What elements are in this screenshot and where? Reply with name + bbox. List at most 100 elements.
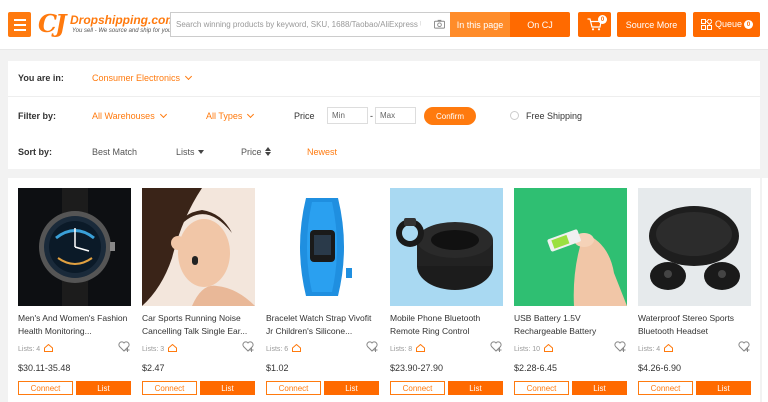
list-button[interactable]: List (200, 381, 255, 395)
queue-label: Queue (715, 19, 743, 29)
you-are-in-label: You are in: (18, 73, 64, 83)
product-lists: Lists: 3 (142, 344, 178, 353)
logo-tagline: You sell - We source and ship for you! (72, 28, 173, 34)
lists-count: Lists: 4 (638, 346, 661, 353)
price-min-input[interactable]: Min (327, 107, 368, 124)
cart-count-badge: 0 (598, 15, 607, 24)
logo-mark: CJ (38, 9, 67, 38)
connect-button[interactable]: Connect (390, 381, 445, 395)
warehouse-icon (664, 344, 674, 352)
list-button[interactable]: List (76, 381, 131, 395)
category-dropdown[interactable]: Consumer Electronics (92, 72, 193, 83)
smartwatch-image[interactable] (18, 188, 131, 306)
queue-button[interactable]: Queue 0 (693, 12, 760, 37)
search-on-cj-button[interactable]: On CJ (510, 12, 570, 37)
search-in-page-button[interactable]: In this page (450, 12, 510, 37)
product-lists: Lists: 10 (514, 344, 554, 353)
breadcrumb-row: You are in: Consumer Electronics (8, 61, 760, 97)
connect-button[interactable]: Connect (18, 381, 73, 395)
earbuds-case-image[interactable] (638, 188, 751, 306)
search-box (170, 12, 450, 37)
confirm-button[interactable]: Confirm (424, 107, 476, 125)
heart-add-icon[interactable] (614, 341, 626, 352)
chevron-down-icon (184, 72, 193, 81)
product-title[interactable]: Waterproof Stereo Sports Bluetooth Heads… (638, 312, 751, 338)
blue-band-image[interactable] (266, 188, 379, 306)
types-label: All Types (206, 111, 243, 121)
source-more-button[interactable]: Source More (617, 12, 686, 37)
sort-arrows-icon (264, 147, 271, 157)
product-title[interactable]: Bracelet Watch Strap Vivofit Jr Children… (266, 312, 379, 338)
product-price: $4.26-6.90 (638, 363, 682, 373)
product-lists: Lists: 6 (266, 344, 302, 353)
earbud-model-image[interactable] (142, 188, 255, 306)
sort-best-match[interactable]: Best Match (92, 147, 137, 157)
product-title[interactable]: Men's And Women's Fashion Health Monitor… (18, 312, 131, 338)
lists-count: Lists: 10 (514, 346, 541, 353)
price-max-input[interactable]: Max (375, 107, 416, 124)
product-card[interactable]: Men's And Women's Fashion Health Monitor… (8, 178, 132, 402)
warehouse-icon (292, 344, 302, 352)
caret-down-icon (197, 150, 204, 154)
warehouses-dropdown[interactable]: All Warehouses (92, 110, 167, 121)
search-input[interactable] (171, 13, 421, 36)
ring-remote-image[interactable] (390, 188, 503, 306)
sort-price-label: Price (241, 147, 262, 157)
logo-text: Dropshipping.com (70, 13, 176, 27)
scrollbar[interactable] (762, 178, 768, 402)
logo[interactable]: CJ Dropshipping.com You sell - We source… (38, 9, 176, 39)
product-price: $23.90-27.90 (390, 363, 444, 373)
chevron-down-icon (247, 110, 255, 119)
connect-button[interactable]: Connect (638, 381, 693, 395)
warehouse-icon (544, 344, 554, 352)
top-bar: CJ Dropshipping.com You sell - We source… (0, 0, 768, 50)
product-grid: Men's And Women's Fashion Health Monitor… (8, 178, 760, 402)
camera-icon[interactable] (434, 19, 445, 29)
connect-button[interactable]: Connect (142, 381, 197, 395)
list-button[interactable]: List (448, 381, 503, 395)
category-label: Consumer Electronics (92, 73, 181, 83)
lists-count: Lists: 3 (142, 346, 165, 353)
product-card[interactable]: Mobile Phone Bluetooth Remote Ring Contr… (380, 178, 504, 402)
product-card[interactable]: USB Battery 1.5V Rechargeable Battery Li… (504, 178, 628, 402)
product-lists: Lists: 8 (390, 344, 426, 353)
sort-lists[interactable]: Lists (176, 147, 204, 157)
product-title[interactable]: Car Sports Running Noise Cancelling Talk… (142, 312, 255, 338)
product-card[interactable]: Waterproof Stereo Sports Bluetooth Heads… (628, 178, 752, 402)
product-lists: Lists: 4 (638, 344, 674, 353)
sort-newest[interactable]: Newest (307, 147, 337, 157)
product-title[interactable]: USB Battery 1.5V Rechargeable Battery (514, 312, 627, 338)
free-shipping-label[interactable]: Free Shipping (526, 111, 582, 121)
warehouse-icon (168, 344, 178, 352)
lists-count: Lists: 6 (266, 346, 289, 353)
list-button[interactable]: List (324, 381, 379, 395)
heart-add-icon[interactable] (738, 341, 750, 352)
queue-count-badge: 0 (744, 20, 753, 29)
heart-add-icon[interactable] (490, 341, 502, 352)
filter-by-label: Filter by: (18, 111, 57, 121)
connect-button[interactable]: Connect (514, 381, 569, 395)
connect-button[interactable]: Connect (266, 381, 321, 395)
list-button[interactable]: List (696, 381, 751, 395)
product-price: $2.28-6.45 (514, 363, 558, 373)
heart-add-icon[interactable] (242, 341, 254, 352)
product-price: $2.47 (142, 363, 165, 373)
product-lists: Lists: 4 (18, 344, 54, 353)
menu-icon[interactable] (8, 12, 31, 37)
usb-battery-image[interactable] (514, 188, 627, 306)
cart-button[interactable]: 0 (578, 12, 611, 37)
product-title[interactable]: Mobile Phone Bluetooth Remote Ring Contr… (390, 312, 503, 338)
price-dash: - (370, 111, 373, 121)
warehouse-icon (416, 344, 426, 352)
filter-panel: You are in: Consumer Electronics Filter … (8, 61, 760, 169)
heart-add-icon[interactable] (118, 341, 130, 352)
list-button[interactable]: List (572, 381, 627, 395)
product-card[interactable]: Bracelet Watch Strap Vivofit Jr Children… (256, 178, 380, 402)
free-shipping-radio[interactable] (510, 111, 519, 120)
filter-row: Filter by: All Warehouses All Types Pric… (8, 97, 760, 133)
price-label: Price (294, 111, 315, 121)
types-dropdown[interactable]: All Types (206, 110, 255, 121)
heart-add-icon[interactable] (366, 341, 378, 352)
product-card[interactable]: Car Sports Running Noise Cancelling Talk… (132, 178, 256, 402)
sort-price[interactable]: Price (241, 147, 271, 157)
